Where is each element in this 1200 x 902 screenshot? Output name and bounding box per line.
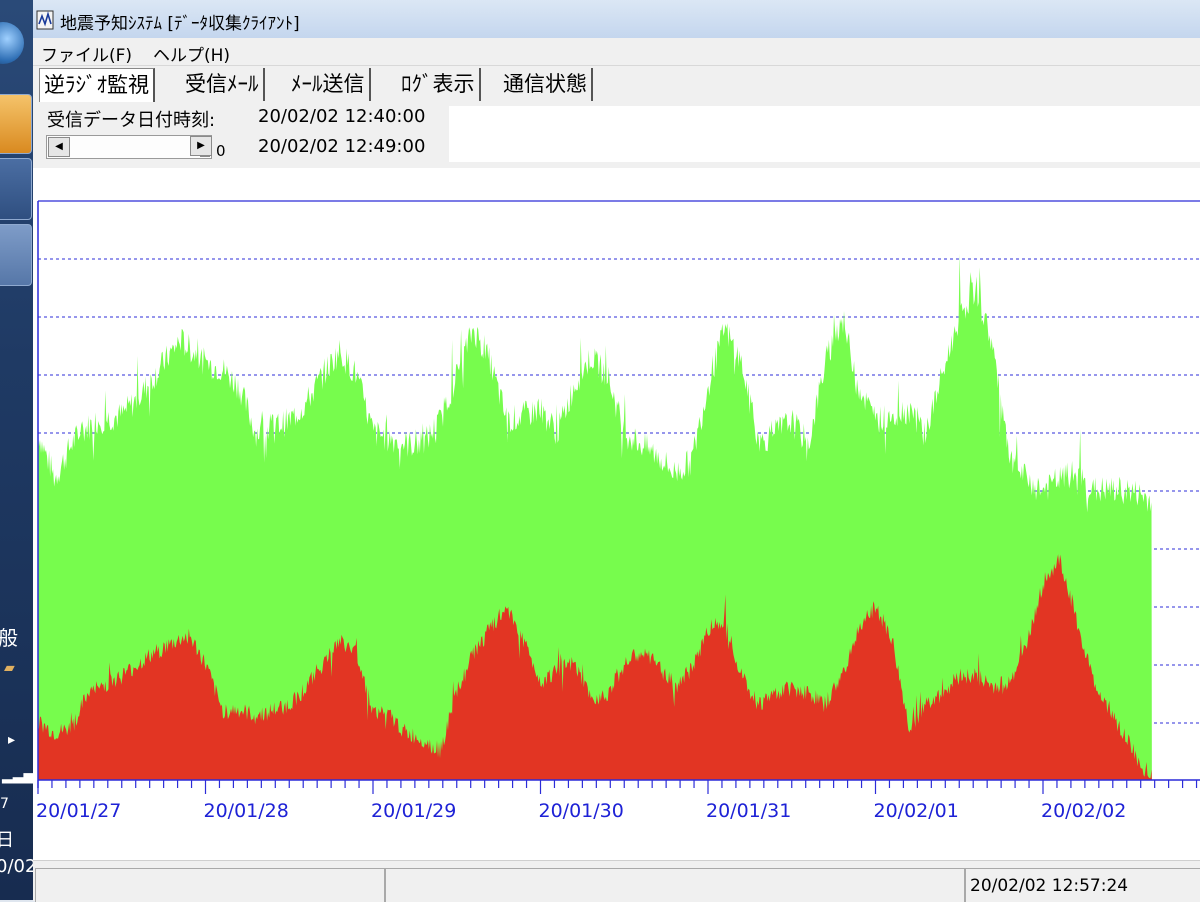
- chart-x-tick-label: 20/02/02: [1041, 800, 1126, 822]
- window-title: 地震予知ｼｽﾃﾑ [ﾃﾞｰﾀ収集ｸﾗｲｱﾝﾄ]: [60, 14, 300, 34]
- tray-box-icon: ▰: [4, 660, 15, 676]
- chart-x-labels: 20/01/27 20/01/28 20/01/29 20/01/30 20/01/31…: [36, 800, 1126, 822]
- menu-file[interactable]: ファイル(F): [41, 41, 132, 66]
- chart-x-tick-label: 20/02/01: [874, 800, 959, 822]
- chart-x-tick-label: 20/01/30: [539, 800, 624, 822]
- scroll-left-icon[interactable]: ◀: [48, 137, 70, 157]
- title-bar[interactable]: 地震予知ｼｽﾃﾑ [ﾃﾞｰﾀ収集ｸﾗｲｱﾝﾄ]: [33, 0, 1200, 38]
- chart-x-tick-label: 20/01/27: [36, 800, 121, 822]
- tab-send-mail[interactable]: ﾒｰﾙ送信: [287, 68, 371, 101]
- chart-area: 20/01/27 20/01/28 20/01/29 20/01/30 20/01/31…: [33, 168, 1200, 860]
- desktop-side-strip: 般 ▰ ▸ ▂▃▅ 7 日 0/02: [0, 0, 33, 900]
- received-date-label: 受信データ日付時刻:: [47, 110, 216, 131]
- time-scrollbar[interactable]: ◀: [46, 135, 212, 159]
- status-panel-2: [385, 868, 965, 902]
- tab-strip: 逆ﾗｼﾞｵ監視 受信ﾒｰﾙ ﾒｰﾙ送信 ﾛｸﾞ表示 通信状態: [33, 68, 1200, 102]
- taskbar-button[interactable]: [0, 224, 32, 286]
- received-date-value: 20/02/02 12:40:00: [258, 106, 426, 127]
- second-time-value: 20/02/02 12:49:00: [258, 136, 426, 157]
- tab-reverse-radio-monitor[interactable]: 逆ﾗｼﾞｵ監視: [39, 68, 155, 102]
- start-orb-icon[interactable]: [0, 22, 24, 64]
- taskbar-button[interactable]: [0, 158, 32, 220]
- clock-date: 0/02: [0, 856, 33, 877]
- tab-comm-status[interactable]: 通信状態: [499, 68, 593, 101]
- chart-x-tick-label: 20/01/29: [371, 800, 456, 822]
- clock-day: 日: [0, 830, 14, 851]
- taskbar-button-active[interactable]: [0, 94, 32, 154]
- info-panel: 受信データ日付時刻: 20/02/02 12:40:00 ◀ ▶ 0 20/02…: [33, 102, 1200, 168]
- tab-received-mail[interactable]: 受信ﾒｰﾙ: [181, 68, 265, 101]
- status-clock: 20/02/02 12:57:24: [970, 876, 1129, 896]
- status-panel-clock: 20/02/02 12:57:24: [965, 868, 1200, 902]
- scroll-value: 0: [216, 142, 226, 160]
- status-panel-1: [35, 868, 385, 902]
- desktop-kanji-label: 般: [0, 626, 18, 650]
- chart-x-tick-label: 20/01/28: [204, 800, 289, 822]
- app-seismograph-icon: [36, 10, 54, 30]
- tab-log-view[interactable]: ﾛｸﾞ表示: [397, 68, 481, 101]
- app-window: 地震予知ｼｽﾃﾑ [ﾃﾞｰﾀ収集ｸﾗｲｱﾝﾄ] ファイル(F) ヘルプ(H) 逆…: [33, 0, 1200, 902]
- chart-x-tick-label: 20/01/31: [706, 800, 791, 822]
- tray-arrow-icon[interactable]: ▸: [8, 732, 15, 748]
- chart-areas: [38, 253, 1152, 780]
- status-bar: 20/02/02 12:57:24: [33, 860, 1200, 902]
- scroll-right-icon[interactable]: ▶: [190, 136, 212, 156]
- clock-digit: 7: [0, 796, 9, 812]
- menu-help[interactable]: ヘルプ(H): [153, 41, 230, 66]
- signal-icon: ▂▃▅: [2, 768, 33, 784]
- radio-level-chart: 20/01/27 20/01/28 20/01/29 20/01/30 20/01/31…: [36, 200, 1200, 822]
- menu-bar: ファイル(F) ヘルプ(H): [33, 38, 1200, 66]
- info-blank-area: [449, 106, 1200, 162]
